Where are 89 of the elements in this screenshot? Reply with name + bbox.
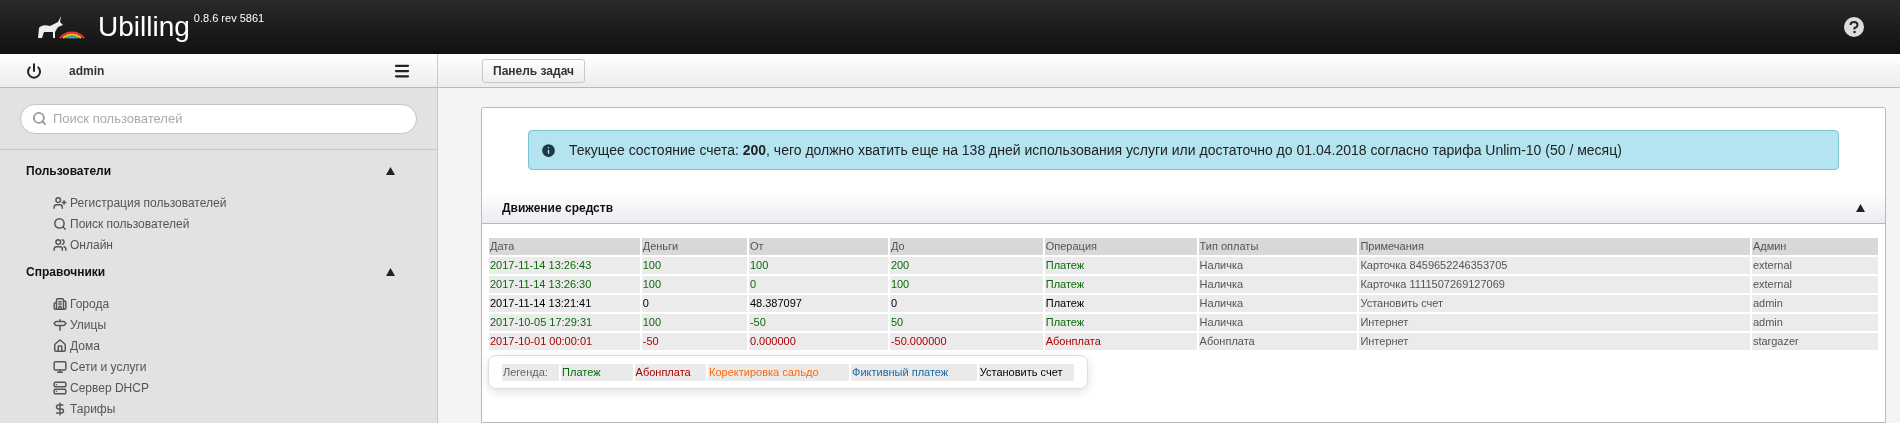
table-cell: 100	[641, 276, 747, 293]
search-icon	[32, 110, 47, 126]
table-cell: admin	[1751, 314, 1878, 331]
table-cell: 0.000000	[748, 333, 888, 350]
table-cell: Наличка	[1198, 314, 1358, 331]
balance-message: Текущее состояние счета: 200, чего должно хватить еще на 138 дней использования услуги или достаточно до 01.04.2018 согласно тарифа Unlim-10 (50 / месяц)	[569, 140, 1622, 160]
table-cell: stargazer	[1751, 333, 1878, 350]
table-cell: 100	[748, 257, 888, 274]
monitor-icon	[53, 359, 67, 374]
unicorn-rainbow-logo-icon	[36, 14, 86, 40]
table-cell: 0	[889, 295, 1043, 312]
sidebar-link[interactable]: Города	[70, 294, 110, 313]
signpost-icon	[53, 317, 67, 332]
table-cell: Карточка 8459652246353705	[1359, 257, 1750, 274]
table-cell: 0	[641, 295, 747, 312]
user-search-field[interactable]: Поиск пользователей	[20, 103, 417, 134]
version-label: 0.8.6 rev 5861	[193, 11, 265, 26]
table-cell: -50	[641, 333, 747, 350]
table-cell: 200	[889, 257, 1043, 274]
dollar-icon	[53, 401, 67, 416]
collapse-triangle-icon[interactable]	[1856, 203, 1865, 212]
table-cell: 0	[748, 276, 888, 293]
sidebar-link[interactable]: Онлайн	[70, 235, 113, 254]
column-header: Дата	[489, 238, 640, 255]
table-cell: 2017-11-14 13:26:43	[489, 257, 640, 274]
table-cell: 100	[641, 314, 747, 331]
legend-item: Коректировка сальдо	[708, 363, 850, 381]
table-cell: 48.387097	[748, 295, 888, 312]
sidebar-link[interactable]: Улицы	[70, 315, 107, 334]
section-heading[interactable]: Справочники	[26, 263, 106, 281]
sidebar-link[interactable]: Сервер DHCP	[70, 378, 149, 397]
legend-item: Фиктивный платеж	[851, 363, 977, 381]
table-cell: Интернет	[1359, 333, 1750, 350]
sidebar-link[interactable]: Тарифы	[70, 399, 116, 418]
table-cell: 2017-10-01 00:00:01	[489, 333, 640, 350]
table-cell: 100	[641, 257, 747, 274]
table-cell: 2017-10-05 17:29:31	[489, 314, 640, 331]
sidebar-link[interactable]: Поиск пользователей	[70, 214, 190, 233]
app-title: Ubilling	[98, 10, 190, 44]
table-cell: Установить счет	[1359, 295, 1750, 312]
user-name: admin	[69, 62, 105, 80]
column-header: Деньги	[641, 238, 747, 255]
column-header: Примечания	[1359, 238, 1750, 255]
info-icon	[540, 141, 557, 159]
help-icon[interactable]	[1844, 17, 1864, 37]
table-cell: -50	[748, 314, 888, 331]
legend-item: Абонплата	[634, 363, 707, 381]
table-cell: 2017-11-14 13:26:30	[489, 276, 640, 293]
sidebar-link[interactable]: Сети и услуги	[70, 357, 147, 376]
collapse-triangle-icon[interactable]	[386, 167, 395, 175]
legend-label: Легенда:	[502, 363, 560, 381]
table-cell: 100	[889, 276, 1043, 293]
server-icon	[53, 380, 67, 395]
sidebar-link[interactable]: Дома	[70, 336, 100, 355]
column-header: От	[748, 238, 888, 255]
sidebar-link[interactable]: Регистрация пользователей	[70, 193, 227, 212]
table-cell: external	[1751, 257, 1878, 274]
table-cell: Платеж	[1044, 257, 1197, 274]
table-cell: Наличка	[1198, 295, 1358, 312]
legend-item: Установить счет	[978, 363, 1074, 381]
table-cell: Абонплата	[1198, 333, 1358, 350]
section-title: Движение средств	[502, 199, 614, 217]
table-cell: 2017-11-14 13:21:41	[489, 295, 640, 312]
column-header: До	[889, 238, 1043, 255]
table-cell: Карточка 1111507269127069	[1359, 276, 1750, 293]
power-icon[interactable]	[26, 62, 42, 79]
users-icon	[53, 237, 67, 252]
task-panel-button[interactable]: Панель задач	[482, 58, 585, 83]
table-cell: 50	[889, 314, 1043, 331]
search-icon	[53, 216, 67, 231]
table-cell: admin	[1751, 295, 1878, 312]
table-cell: -50.000000	[889, 333, 1043, 350]
table-cell: Платеж	[1044, 295, 1197, 312]
column-header: Тип оплаты	[1198, 238, 1358, 255]
table-cell: Наличка	[1198, 276, 1358, 293]
table-cell: Наличка	[1198, 257, 1358, 274]
table-cell: Абонплата	[1044, 333, 1197, 350]
house-icon	[53, 338, 67, 353]
column-header: Операция	[1044, 238, 1197, 255]
user-plus-icon	[53, 195, 67, 210]
table-cell: Интернет	[1359, 314, 1750, 331]
table-cell: external	[1751, 276, 1878, 293]
building-icon	[53, 296, 67, 311]
section-heading[interactable]: Пользователи	[26, 162, 112, 180]
table-cell: Платеж	[1044, 314, 1197, 331]
legend-item: Платеж	[561, 363, 633, 381]
table-cell: Платеж	[1044, 276, 1197, 293]
collapse-triangle-icon[interactable]	[386, 268, 395, 276]
column-header: Админ	[1751, 238, 1878, 255]
